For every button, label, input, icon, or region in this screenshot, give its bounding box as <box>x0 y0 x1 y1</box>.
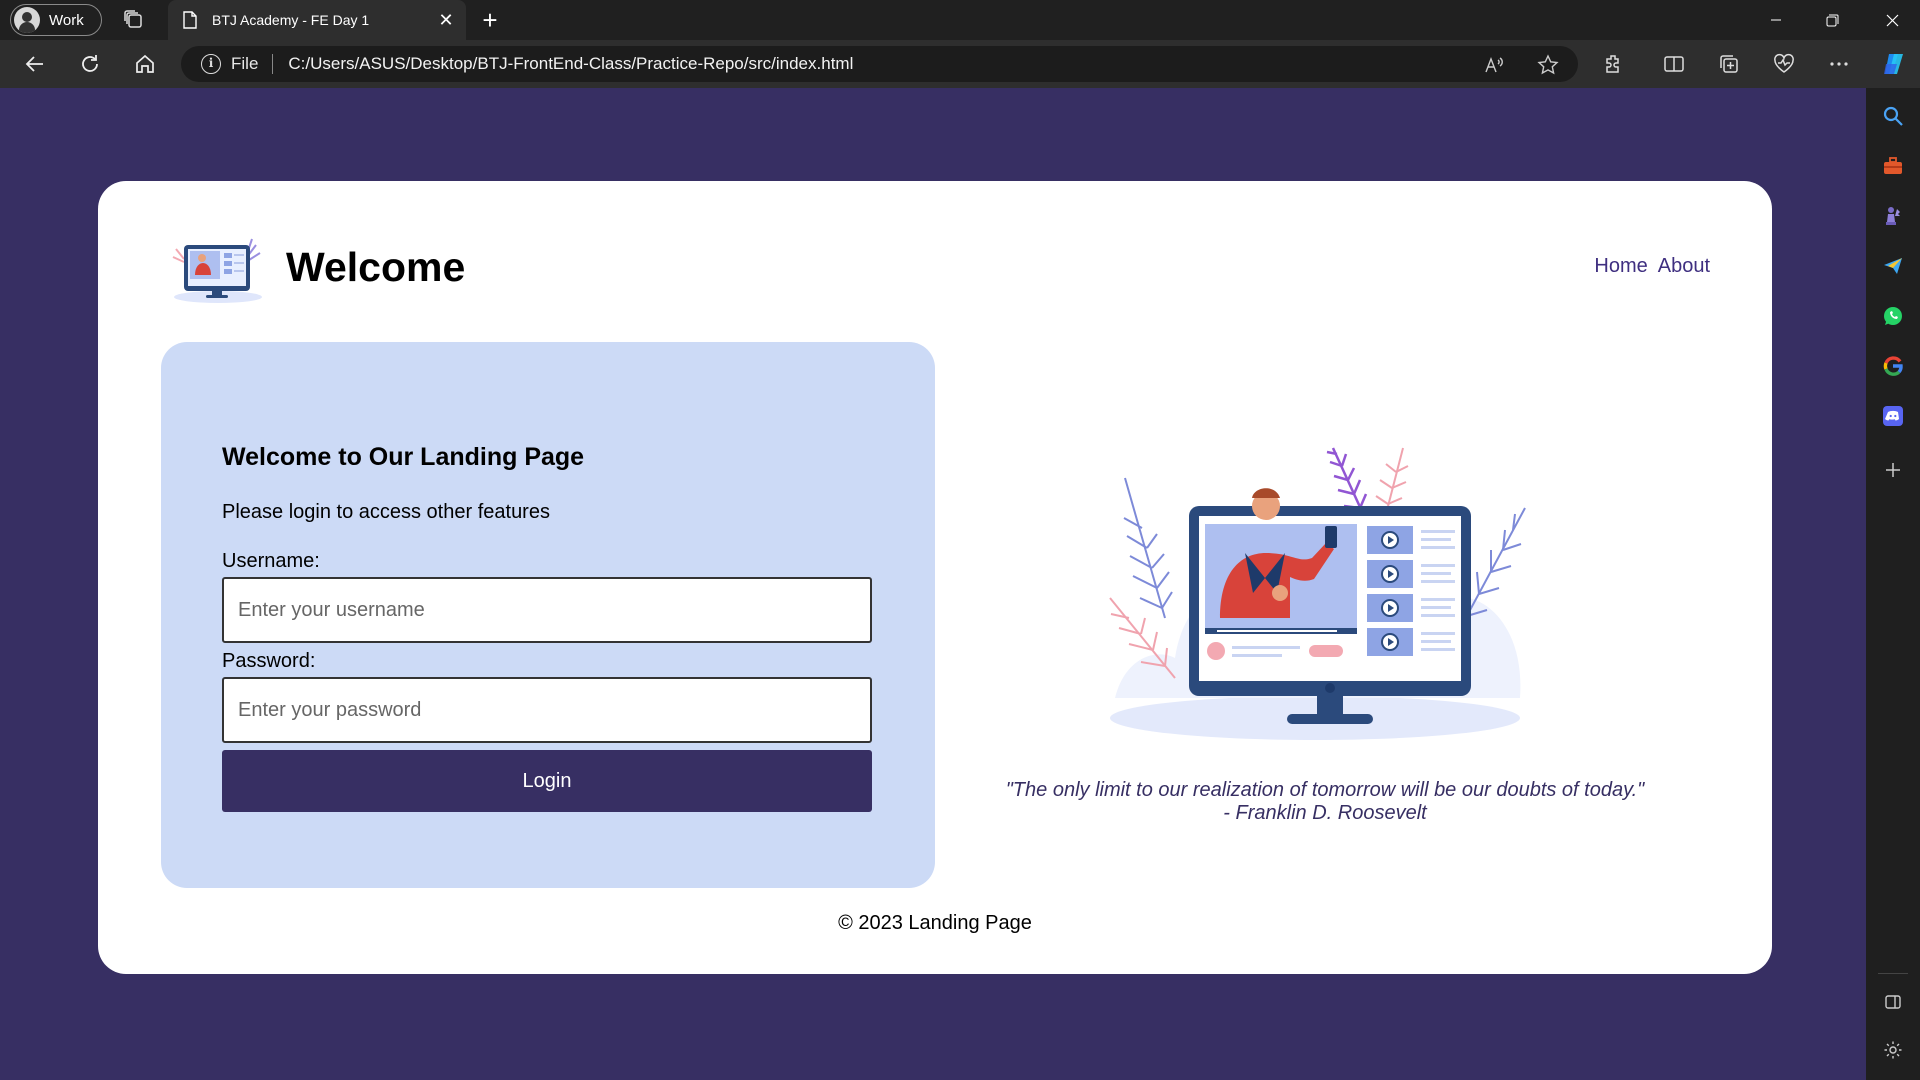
quote: "The only limit to our realization of to… <box>970 779 1680 825</box>
page-icon <box>183 11 197 29</box>
username-input[interactable] <box>222 577 872 643</box>
login-heading: Welcome to Our Landing Page <box>222 443 585 471</box>
nav-link-about[interactable]: About <box>1658 255 1710 278</box>
copilot-icon[interactable] <box>1878 48 1910 80</box>
tab-title: BTJ Academy - FE Day 1 <box>212 12 370 28</box>
send-icon[interactable] <box>1881 254 1905 278</box>
password-input[interactable] <box>222 677 872 743</box>
add-icon[interactable] <box>1881 458 1905 482</box>
login-panel: Welcome to Our Landing Page Please login… <box>161 342 935 888</box>
title-bar: Work BTJ Academy - FE Day 1 ✕ + <box>0 0 1920 40</box>
extensions-icon[interactable] <box>1598 48 1630 80</box>
browser-sidebar <box>1866 88 1920 1080</box>
workspaces-icon[interactable] <box>122 8 146 32</box>
username-label: Username: <box>222 550 320 572</box>
restore-icon[interactable] <box>1804 0 1860 40</box>
back-icon[interactable] <box>18 48 52 80</box>
google-icon[interactable] <box>1881 354 1905 378</box>
browser-essentials-icon[interactable] <box>1768 48 1800 80</box>
page-title: Welcome <box>286 244 466 290</box>
quote-author: - Franklin D. Roosevelt <box>1223 802 1427 824</box>
close-window-icon[interactable] <box>1864 0 1920 40</box>
info-icon[interactable]: i <box>201 54 221 74</box>
address-bar[interactable]: i File C:/Users/ASUS/Desktop/BTJ-FrontEn… <box>181 46 1578 82</box>
sidebar-divider <box>1878 973 1908 974</box>
nav-link-home[interactable]: Home <box>1594 255 1647 278</box>
url-divider <box>272 54 274 74</box>
password-label: Password: <box>222 650 316 672</box>
avatar <box>14 7 40 33</box>
favorite-star-icon[interactable] <box>1537 54 1559 76</box>
top-nav: Home About <box>1594 255 1710 278</box>
url-text[interactable]: C:/Users/ASUS/Desktop/BTJ-FrontEnd-Class… <box>288 54 853 74</box>
minimize-icon[interactable] <box>1748 0 1804 40</box>
login-button[interactable]: Login <box>222 750 872 812</box>
logo-image <box>172 238 262 303</box>
chess-icon[interactable] <box>1881 204 1905 228</box>
more-menu-icon[interactable] <box>1823 48 1855 80</box>
profile-label: Work <box>49 11 84 29</box>
hero-illustration <box>1109 447 1526 740</box>
url-scheme-label: File <box>231 54 259 73</box>
whatsapp-icon[interactable] <box>1881 304 1905 328</box>
navigation-bar: i File C:/Users/ASUS/Desktop/BTJ-FrontEn… <box>0 40 1920 88</box>
toolbox-icon[interactable] <box>1881 154 1905 178</box>
login-subtitle: Please login to access other features <box>222 501 550 523</box>
split-screen-icon[interactable] <box>1658 48 1690 80</box>
refresh-icon[interactable] <box>73 48 107 80</box>
close-tab-icon[interactable]: ✕ <box>436 10 456 30</box>
collections-icon[interactable] <box>1713 48 1745 80</box>
profile-button[interactable]: Work <box>10 4 102 36</box>
read-aloud-icon[interactable] <box>1483 54 1505 76</box>
settings-icon[interactable] <box>1881 1038 1905 1062</box>
discord-icon[interactable] <box>1881 404 1905 428</box>
search-icon[interactable] <box>1881 104 1905 128</box>
footer-text: © 2023 Landing Page <box>838 912 1032 934</box>
new-tab-icon[interactable]: + <box>476 6 504 34</box>
tab-active[interactable]: BTJ Academy - FE Day 1 ✕ <box>168 0 466 40</box>
quote-text: "The only limit to our realization of to… <box>1005 779 1645 801</box>
home-icon[interactable] <box>128 48 162 80</box>
sidebar-toggle-icon[interactable] <box>1881 990 1905 1014</box>
